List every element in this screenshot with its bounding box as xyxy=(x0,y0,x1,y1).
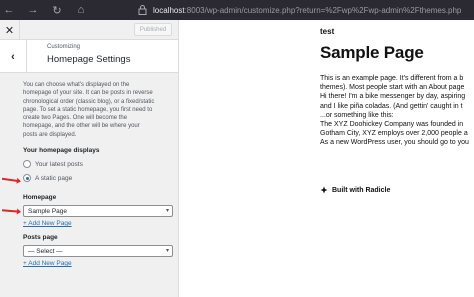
radio-label: Your latest posts xyxy=(35,160,83,168)
content-line: themes). Most people start with an About… xyxy=(320,84,465,92)
radio-label: A static page xyxy=(35,174,73,182)
customizer-sidebar: ✕ Published ‹ Customizing Homepage Setti… xyxy=(0,20,179,297)
page-content: This is an example page. It's different … xyxy=(320,74,474,148)
chevron-down-icon: ▾ xyxy=(165,248,169,255)
add-new-page-link[interactable]: + Add New Page xyxy=(23,260,155,267)
homepage-select-value: Sample Page xyxy=(28,207,68,215)
add-new-page-link[interactable]: + Add New Page xyxy=(23,220,155,227)
homepage-displays-label: Your homepage displays xyxy=(23,147,100,155)
radio-static-page[interactable]: A static page xyxy=(23,174,155,183)
customizer-header: ✕ Published xyxy=(0,20,178,40)
radicle-icon xyxy=(320,186,328,194)
homepage-label: Homepage xyxy=(23,194,57,202)
home-icon[interactable]: ⌂ xyxy=(72,0,90,20)
lock-icon xyxy=(138,5,147,15)
radio-button[interactable] xyxy=(23,160,31,169)
content-line: ...or something like this: xyxy=(320,111,394,119)
address-bar[interactable]: localhost:8003/wp-admin/customize.php?re… xyxy=(138,2,474,18)
published-button[interactable]: Published xyxy=(134,23,172,36)
section-description: You can choose what's displayed on the h… xyxy=(23,82,155,138)
back-arrow-icon[interactable]: ← xyxy=(0,0,18,20)
section-body: You can choose what's displayed on the h… xyxy=(0,73,178,267)
site-preview: test Sample Page This is an example page… xyxy=(180,20,474,297)
radio-button-selected[interactable] xyxy=(23,174,31,183)
back-chevron-icon[interactable]: ‹ xyxy=(0,40,27,73)
footer-credit: Built with Radicle xyxy=(320,186,390,194)
homepage-select[interactable]: Sample Page ▾ xyxy=(23,205,173,218)
content-line: This is an example page. It's different … xyxy=(320,75,464,82)
page-title: Sample Page xyxy=(320,43,424,62)
section-header: ‹ Customizing Homepage Settings xyxy=(0,40,178,73)
content-line: and I like piña coladas. (And gettin' ca… xyxy=(320,102,463,110)
content-line: Gotham City, XYZ employs over 2,000 peop… xyxy=(320,130,468,138)
posts-page-label: Posts page xyxy=(23,234,58,242)
forward-arrow-icon[interactable]: → xyxy=(24,0,42,20)
browser-toolbar: ← → ↻ ⌂ localhost:8003/wp-admin/customiz… xyxy=(0,0,474,20)
footer-text[interactable]: Built with Radicle xyxy=(332,187,390,194)
posts-select-value: — Select — xyxy=(28,247,63,255)
site-title[interactable]: test xyxy=(320,27,334,36)
radio-latest-posts[interactable]: Your latest posts xyxy=(23,160,155,169)
close-icon[interactable]: ✕ xyxy=(0,20,20,40)
chevron-down-icon: ▾ xyxy=(165,208,169,215)
posts-page-select[interactable]: — Select — ▾ xyxy=(23,245,173,258)
url-path: :8003/wp-admin/customize.php?return=%2Fw… xyxy=(184,5,462,15)
section-title: Homepage Settings xyxy=(47,54,131,65)
content-line: The XYZ Doohickey Company was founded in xyxy=(320,121,464,129)
content-line: Hi there! I'm a bike messenger by day, a… xyxy=(320,93,466,101)
reload-icon[interactable]: ↻ xyxy=(48,0,66,20)
breadcrumb: Customizing xyxy=(47,44,81,50)
content-line: As a new WordPress user, you should go t… xyxy=(320,139,469,147)
url-host: localhost xyxy=(153,5,185,15)
